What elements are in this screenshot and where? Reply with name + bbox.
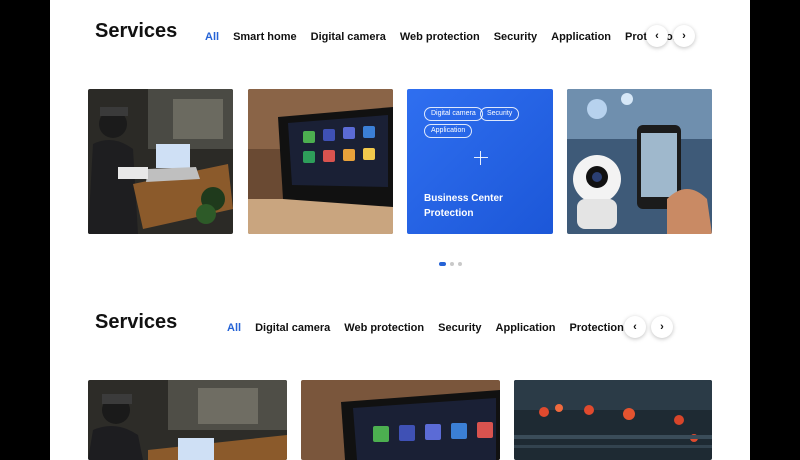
section1-title: Services (95, 20, 178, 42)
service-card-network-large[interactable] (514, 380, 712, 460)
chevron-left-icon: ‹ (633, 321, 637, 333)
tab-smart-home[interactable]: Smart home (233, 31, 297, 43)
tab-security[interactable]: Security (438, 322, 481, 334)
tab-all[interactable]: All (227, 322, 241, 334)
top-edge-bar (0, 0, 50, 8)
tab-application[interactable]: Application (496, 322, 556, 334)
pagination-dot[interactable] (458, 262, 462, 266)
section2-tabs: All Digital camera Web protection Securi… (227, 322, 624, 334)
tab-digital-camera[interactable]: Digital camera (255, 322, 330, 334)
network-photo-image (514, 380, 712, 460)
card-title[interactable]: Business Center Protection (424, 191, 524, 221)
tablet-photo-image (248, 89, 393, 234)
chevron-right-icon: › (682, 30, 686, 42)
chevron-left-icon: ‹ (655, 30, 659, 42)
tab-web-protection[interactable]: Web protection (400, 31, 480, 43)
camera-photo-image (567, 89, 712, 234)
section2-prev-button[interactable]: ‹ (624, 316, 646, 338)
tab-application[interactable]: Application (551, 31, 611, 43)
chip-security[interactable]: Security (480, 107, 520, 121)
pagination-dot[interactable] (450, 262, 454, 266)
pagination-dot-active[interactable] (439, 262, 446, 266)
tablet-photo-image (301, 380, 500, 460)
service-card-laptop[interactable] (88, 89, 233, 234)
section1-tabs: All Smart home Digital camera Web protec… (205, 31, 679, 43)
section1-prev-button[interactable]: ‹ (646, 25, 668, 47)
tab-protection[interactable]: Protection (569, 322, 623, 334)
chip-application[interactable]: Application (424, 124, 473, 138)
laptop-photo-image (88, 89, 233, 234)
chip-digital-camera[interactable]: Digital camera (424, 107, 483, 121)
tab-digital-camera[interactable]: Digital camera (311, 31, 386, 43)
tab-security[interactable]: Security (494, 31, 537, 43)
page-content: Services All Smart home Digital camera W… (50, 0, 750, 460)
carousel-pagination (439, 262, 462, 266)
chevron-right-icon: › (660, 321, 664, 333)
service-card-laptop-large[interactable] (88, 380, 287, 460)
tab-web-protection[interactable]: Web protection (344, 322, 424, 334)
service-card-business-center[interactable]: Digital camera Security Application Busi… (407, 89, 553, 234)
service-card-tablet[interactable] (248, 89, 393, 234)
tab-all[interactable]: All (205, 31, 219, 43)
section2-next-button[interactable]: › (651, 316, 673, 338)
laptop-photo-image (88, 380, 287, 460)
section2-title: Services (95, 311, 178, 333)
service-card-camera[interactable] (567, 89, 712, 234)
service-card-tablet-large[interactable] (301, 380, 500, 460)
plus-icon[interactable] (474, 151, 488, 165)
section1-next-button[interactable]: › (673, 25, 695, 47)
